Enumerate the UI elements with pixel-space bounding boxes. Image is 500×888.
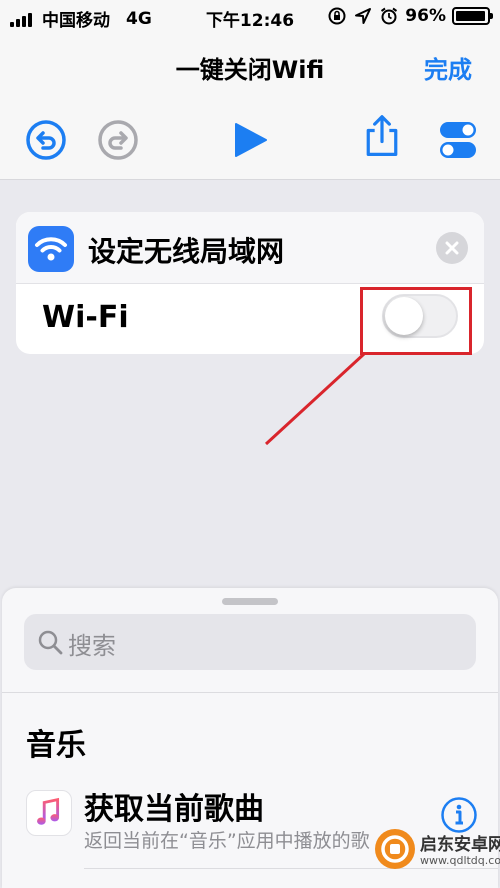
action-item-description: 返回当前在“音乐”应用中播放的歌	[84, 830, 370, 852]
divider	[2, 692, 498, 693]
action-header: 设定无线局域网	[16, 212, 484, 284]
remove-action-button[interactable]	[436, 232, 468, 264]
battery-level	[456, 11, 485, 21]
nav-bar: 一键关闭Wifi 完成	[0, 34, 500, 180]
watermark-url: www.qdltdq.com	[420, 854, 500, 867]
done-button[interactable]: 完成	[424, 50, 472, 85]
search-placeholder: 搜索	[68, 632, 116, 660]
play-icon[interactable]	[228, 118, 272, 162]
music-app-icon	[26, 790, 72, 836]
search-input[interactable]: 搜索	[24, 614, 476, 670]
wifi-label: Wi-Fi	[42, 300, 129, 335]
wifi-glyph	[35, 237, 67, 261]
wifi-icon	[28, 226, 74, 272]
watermark: 启东安卓网 www.qdltdq.com	[374, 822, 500, 888]
search-icon	[38, 630, 63, 655]
watermark-text: 启东安卓网	[420, 835, 500, 855]
orientation-lock-icon	[328, 7, 346, 25]
battery-percentage: 96%	[405, 6, 446, 26]
action-item-title[interactable]: 获取当前歌曲	[84, 784, 264, 828]
status-bar: 中国移动 4G 下午12:46 96%	[0, 0, 500, 34]
action-title: 设定无线局域网	[88, 235, 285, 268]
battery-icon	[452, 7, 493, 25]
section-title-music: 音乐	[26, 728, 86, 763]
alarm-icon	[381, 7, 398, 25]
music-note-icon	[37, 797, 60, 825]
settings-toggle-icon[interactable]	[436, 118, 480, 162]
undo-icon[interactable]	[24, 118, 68, 162]
status-right: 96%	[327, 6, 493, 26]
annotation-highlight-box	[360, 287, 472, 355]
redo-icon[interactable]	[96, 118, 140, 162]
location-icon	[355, 8, 372, 24]
close-icon	[445, 241, 459, 255]
share-icon[interactable]	[360, 114, 404, 158]
watermark-logo-icon	[375, 829, 415, 869]
sheet-grabber[interactable]	[222, 598, 278, 605]
